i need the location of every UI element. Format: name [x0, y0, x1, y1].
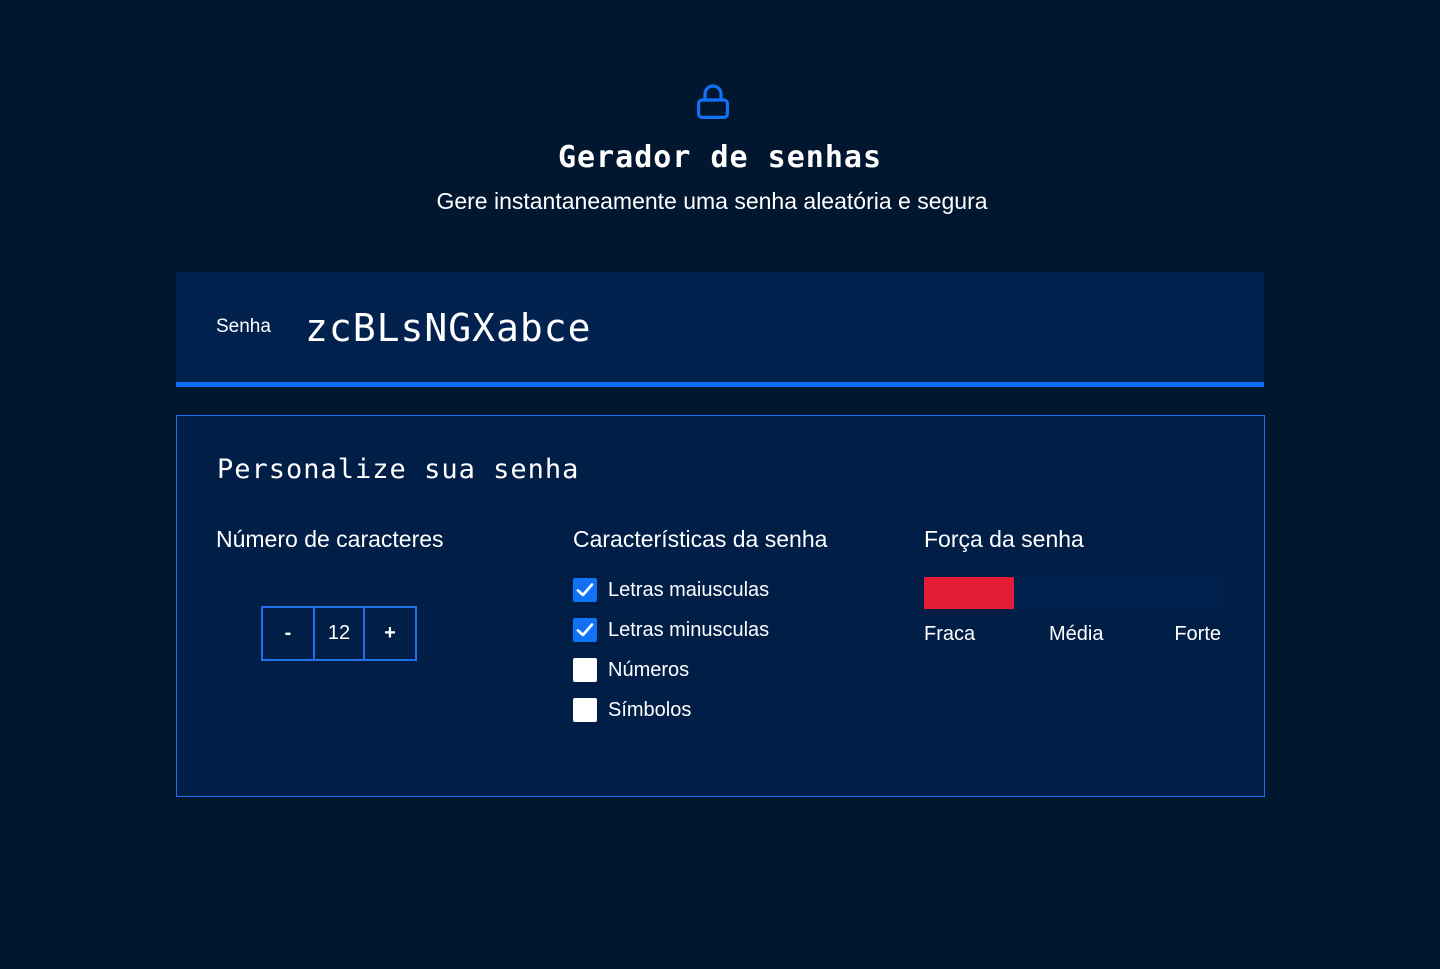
length-stepper: - 12 + [261, 606, 417, 661]
option-uppercase[interactable]: Letras maiusculas [573, 578, 769, 602]
option-label: Letras maiusculas [608, 579, 770, 601]
strength-label-weak: Fraca [924, 623, 976, 645]
password-display: Senha zcBLsNGXabce [176, 272, 1264, 387]
strength-label-medium: Média [1049, 623, 1104, 645]
checkbox-lowercase[interactable] [573, 618, 597, 642]
option-label: Letras minusculas [608, 619, 770, 641]
length-value: 12 [313, 608, 365, 659]
option-numbers[interactable]: Números [573, 658, 769, 682]
features-section-title: Características da senha [573, 526, 828, 552]
page-subtitle: Gere instantaneamente uma senha aleatóri… [436, 188, 988, 214]
password-generator-page: Gerador de senhas Gere instantaneamente … [0, 0, 1440, 969]
strength-meter: Fraca Média Forte [924, 577, 1224, 650]
strength-labels: Fraca Média Forte [924, 622, 1224, 650]
password-label: Senha [216, 316, 271, 337]
features-list: Letras maiusculas Letras minusculas Núme… [573, 578, 769, 738]
decrement-button[interactable]: - [263, 608, 313, 659]
length-section-title: Número de caracteres [216, 526, 444, 552]
password-value[interactable]: zcBLsNGXabce [305, 305, 592, 351]
strength-label-strong: Forte [1174, 623, 1221, 645]
increment-button[interactable]: + [365, 608, 415, 659]
checkbox-numbers[interactable] [573, 658, 597, 682]
checkbox-symbols[interactable] [573, 698, 597, 722]
strength-track [924, 577, 1224, 609]
checkbox-uppercase[interactable] [573, 578, 597, 602]
option-lowercase[interactable]: Letras minusculas [573, 618, 769, 642]
lock-icon [696, 84, 730, 120]
page-title: Gerador de senhas [557, 140, 883, 175]
customize-title: Personalize sua senha [217, 454, 580, 485]
strength-section-title: Força da senha [924, 526, 1084, 552]
strength-fill [924, 577, 1014, 609]
customize-panel: Personalize sua senha Número de caracter… [176, 415, 1265, 797]
option-symbols[interactable]: Símbolos [573, 698, 769, 722]
option-label: Números [608, 659, 690, 681]
option-label: Símbolos [608, 699, 692, 721]
